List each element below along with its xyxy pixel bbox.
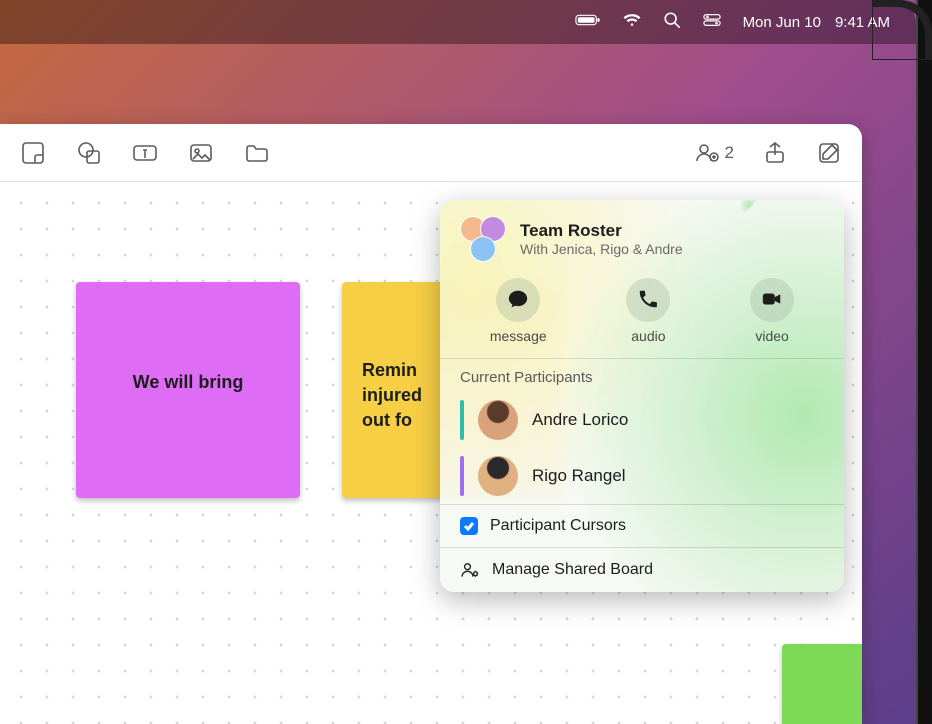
participant-name: Rigo Rangel xyxy=(532,466,626,486)
video-button[interactable]: video xyxy=(750,278,794,344)
battery-icon xyxy=(575,11,601,33)
window-toolbar: 2 xyxy=(0,124,862,182)
group-avatar-stack xyxy=(460,216,506,262)
control-center-icon[interactable] xyxy=(703,11,721,33)
spotlight-icon[interactable] xyxy=(663,11,681,33)
menubar-date: Mon Jun 10 xyxy=(743,14,821,31)
video-icon xyxy=(761,288,783,313)
participant-count: 2 xyxy=(725,143,734,163)
row-label: Participant Cursors xyxy=(490,517,626,535)
message-icon xyxy=(507,288,529,313)
participant-name: Andre Lorico xyxy=(532,410,628,430)
participant-row[interactable]: Rigo Rangel xyxy=(440,448,844,504)
compose-toolbar-button[interactable] xyxy=(816,140,842,166)
current-participants-label: Current Participants xyxy=(440,359,844,392)
action-label: audio xyxy=(631,328,665,344)
participant-row[interactable]: Andre Lorico xyxy=(440,392,844,448)
collaboration-popover: Team Roster With Jenica, Rigo & Andre me… xyxy=(440,200,844,592)
audio-button[interactable]: audio xyxy=(626,278,670,344)
sticky-text: We will bring xyxy=(133,372,244,392)
avatar xyxy=(478,456,518,496)
shapes-toolbar-button[interactable] xyxy=(76,140,102,166)
text-box-toolbar-button[interactable] xyxy=(132,140,158,166)
wifi-icon xyxy=(623,11,641,33)
popover-subtitle: With Jenica, Rigo & Andre xyxy=(520,241,683,257)
menubar-time: 9:41 AM xyxy=(835,14,890,31)
device-bezel xyxy=(916,0,932,724)
action-label: video xyxy=(755,328,788,344)
clock[interactable]: Mon Jun 10 9:41 AM xyxy=(743,14,890,31)
popover-header: Team Roster With Jenica, Rigo & Andre xyxy=(440,200,844,274)
manage-shared-board-button[interactable]: Manage Shared Board xyxy=(440,547,844,592)
checkbox-checked-icon xyxy=(460,517,478,535)
share-toolbar-button[interactable] xyxy=(762,140,788,166)
popover-title: Team Roster xyxy=(520,221,683,241)
avatar-icon xyxy=(470,236,496,262)
action-label: message xyxy=(490,328,547,344)
row-label: Manage Shared Board xyxy=(492,561,653,579)
sticky-note-toolbar-button[interactable] xyxy=(20,140,46,166)
cursor-color-bar xyxy=(460,456,464,496)
files-toolbar-button[interactable] xyxy=(244,140,270,166)
sticky-note-purple[interactable]: We will bring xyxy=(76,282,300,498)
popover-actions: message audio video xyxy=(440,274,844,359)
phone-icon xyxy=(637,288,659,313)
people-gear-icon xyxy=(460,560,480,580)
sticky-note-green[interactable] xyxy=(782,644,862,724)
avatar xyxy=(478,400,518,440)
cursor-color-bar xyxy=(460,400,464,440)
media-toolbar-button[interactable] xyxy=(188,140,214,166)
collaboration-toolbar-button[interactable]: 2 xyxy=(694,140,734,166)
participant-cursors-toggle[interactable]: Participant Cursors xyxy=(440,504,844,547)
message-button[interactable]: message xyxy=(490,278,547,344)
macos-menubar: Mon Jun 10 9:41 AM xyxy=(0,0,916,44)
